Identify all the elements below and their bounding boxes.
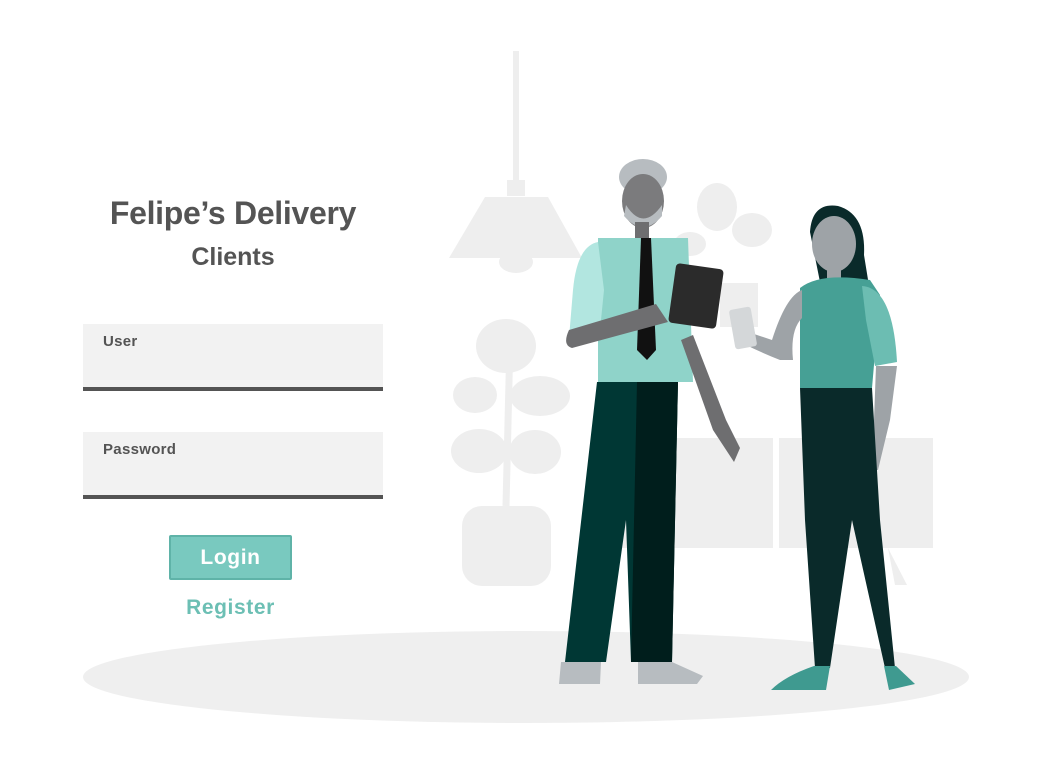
password-field[interactable]: Password [83, 432, 383, 499]
page-subtitle: Clients [191, 243, 275, 271]
login-button[interactable]: Login [169, 535, 292, 580]
user-field-label: User [103, 333, 138, 350]
password-field-label: Password [103, 441, 177, 458]
login-page: Felipe’s Delivery Clients User Password … [0, 0, 1052, 778]
floor-shadow [83, 631, 969, 723]
password-input[interactable] [103, 464, 363, 488]
user-input[interactable] [103, 356, 363, 380]
user-field[interactable]: User [83, 324, 383, 391]
register-link[interactable]: Register [83, 596, 378, 620]
page-title: Felipe’s Delivery [109, 195, 357, 231]
man-figure [559, 159, 740, 684]
